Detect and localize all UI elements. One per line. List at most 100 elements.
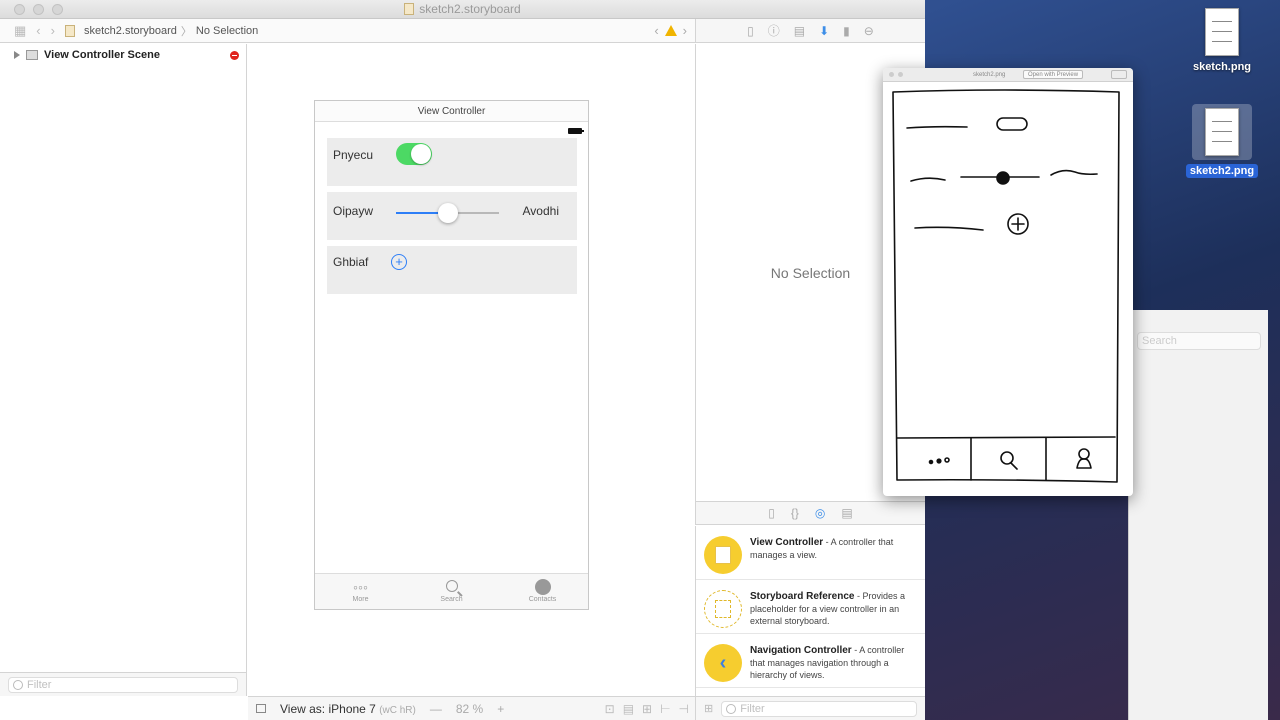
scene-label: View Controller Scene bbox=[44, 49, 160, 61]
table-cell-slider[interactable]: Oipayw Avodhi bbox=[327, 192, 577, 240]
error-icon[interactable] bbox=[230, 51, 239, 60]
scene-title[interactable]: View Controller bbox=[315, 101, 588, 122]
quick-help-icon[interactable]: ⓘ bbox=[768, 22, 780, 39]
library-item-view-controller[interactable]: View Controller - A controller that mana… bbox=[696, 526, 925, 580]
zoom-level[interactable]: 82 % bbox=[456, 702, 483, 716]
open-with-preview-button[interactable]: Open with Preview bbox=[1023, 70, 1084, 79]
filter-placeholder: Filter bbox=[740, 702, 765, 715]
library-item-name: Navigation Controller bbox=[750, 645, 852, 656]
close-button[interactable] bbox=[889, 72, 894, 77]
previous-issue-icon[interactable]: ‹ bbox=[654, 23, 658, 38]
back-arrow-icon[interactable]: ‹ bbox=[36, 23, 40, 38]
media-library-icon[interactable]: ▤ bbox=[841, 506, 852, 520]
stack-icon[interactable]: ▤ bbox=[623, 702, 634, 716]
desktop-file-sketch[interactable]: sketch.png bbox=[1182, 8, 1262, 74]
toggle-outline-icon[interactable] bbox=[256, 704, 266, 713]
attributes-inspector-icon[interactable]: ⬇ bbox=[819, 24, 829, 38]
zoom-in-button[interactable]: + bbox=[497, 702, 504, 716]
grid-view-icon[interactable]: ⊞ bbox=[704, 702, 713, 715]
library-item-navigation-controller[interactable]: ‹ Navigation Controller - A controller t… bbox=[696, 634, 925, 688]
tab-bar: ◦◦◦ More Search Contacts bbox=[315, 573, 588, 609]
storyboard-canvas[interactable]: View Controller Pnyecu Oipayw Avodhi Ghb… bbox=[248, 44, 695, 696]
identity-inspector-icon[interactable]: ▤ bbox=[794, 24, 805, 38]
file-template-library-icon[interactable]: ▯ bbox=[768, 506, 775, 520]
library-selector-bar: ▯ {} ◎ ▤ bbox=[695, 501, 925, 525]
related-items-icon[interactable]: ▦ bbox=[14, 23, 26, 39]
pin-icon[interactable]: ⊢ bbox=[660, 702, 670, 716]
view-as-button[interactable]: View as: iPhone 7 (wC hR) bbox=[280, 702, 416, 716]
contacts-icon bbox=[534, 579, 551, 595]
library-item-name: View Controller bbox=[750, 537, 824, 548]
layout-tools: ⊡ ▤ ⊞ ⊢ ⊣ bbox=[605, 702, 689, 716]
library-item-storyboard-reference[interactable]: Storyboard Reference - Provides a placeh… bbox=[696, 580, 925, 634]
breadcrumb: sketch2.storyboard 〉 No Selection bbox=[64, 23, 258, 39]
background-window: Search bbox=[1128, 310, 1268, 720]
view-controller-scene[interactable]: View Controller Pnyecu Oipayw Avodhi Ghb… bbox=[314, 100, 589, 610]
size-inspector-icon[interactable]: ▮ bbox=[843, 24, 850, 38]
slider-thumb[interactable] bbox=[437, 203, 458, 223]
title-bar: sketch2.storyboard bbox=[0, 0, 925, 19]
slider[interactable] bbox=[396, 203, 499, 223]
tab-more[interactable]: ◦◦◦ More bbox=[315, 574, 406, 609]
switch-knob bbox=[411, 144, 431, 164]
tab-search[interactable]: Search bbox=[406, 574, 497, 609]
more-icon: ◦◦◦ bbox=[353, 579, 368, 595]
scene-icon bbox=[26, 50, 38, 60]
zoom-out-button[interactable]: — bbox=[430, 702, 442, 716]
zoom-button[interactable] bbox=[52, 4, 63, 15]
disclosure-triangle-icon[interactable] bbox=[14, 51, 20, 59]
quicklook-window[interactable]: sketch2.png Open with Preview bbox=[883, 68, 1133, 496]
code-snippet-library-icon[interactable]: {} bbox=[791, 506, 799, 520]
breadcrumb-separator-icon: 〉 bbox=[180, 25, 192, 38]
hand-drawn-sketch bbox=[892, 89, 1120, 483]
toggle-switch[interactable] bbox=[396, 143, 432, 165]
library-filter-input[interactable]: Filter bbox=[721, 700, 917, 717]
window-title: sketch2.storyboard bbox=[419, 2, 521, 16]
breadcrumb-selection[interactable]: No Selection bbox=[196, 25, 258, 37]
cell-label: Oipayw bbox=[333, 204, 374, 218]
warning-icon[interactable] bbox=[664, 25, 677, 36]
table-cell-add[interactable]: Ghbiaf + bbox=[327, 246, 577, 294]
xcode-window: sketch2.storyboard ▦ ‹ › sketch2.storybo… bbox=[0, 0, 925, 720]
tab-label: Search bbox=[440, 596, 463, 603]
object-library: View Controller - A controller that mana… bbox=[695, 526, 925, 696]
minimize-button[interactable] bbox=[33, 4, 44, 15]
battery-icon bbox=[568, 128, 584, 134]
cell-label: Ghbiaf bbox=[333, 255, 369, 269]
update-frames-icon[interactable]: ⊡ bbox=[605, 702, 615, 716]
storyboard-reference-icon bbox=[704, 590, 742, 628]
add-contact-button[interactable]: + bbox=[391, 254, 407, 270]
forward-arrow-icon[interactable]: › bbox=[51, 23, 55, 38]
canvas-bottom-bar: View as: iPhone 7 (wC hR) — 82 % + ⊡ ▤ ⊞… bbox=[248, 696, 695, 720]
breadcrumb-file[interactable]: sketch2.storyboard bbox=[84, 25, 177, 37]
close-button[interactable] bbox=[14, 4, 25, 15]
desktop-file-sketch2[interactable]: sketch2.png bbox=[1182, 104, 1262, 178]
outline-scene-row[interactable]: View Controller Scene bbox=[0, 44, 246, 66]
share-icon[interactable] bbox=[1111, 70, 1127, 79]
search-field[interactable]: Search bbox=[1137, 332, 1261, 350]
document-outline: View Controller Scene Filter bbox=[0, 44, 247, 696]
resolve-issues-icon[interactable]: ⊣ bbox=[679, 702, 689, 716]
tab-label: More bbox=[352, 596, 369, 603]
quicklook-title-bar: sketch2.png Open with Preview bbox=[883, 68, 1133, 82]
tab-contacts[interactable]: Contacts bbox=[497, 574, 588, 609]
navigation-controller-icon: ‹ bbox=[704, 644, 742, 682]
storyboard-file-icon bbox=[64, 24, 75, 37]
outline-filter-bar: Filter bbox=[0, 672, 246, 696]
fullscreen-button[interactable] bbox=[898, 72, 903, 77]
outline-filter-input[interactable]: Filter bbox=[8, 676, 238, 693]
issue-navigation: ‹ › bbox=[654, 23, 687, 38]
align-icon[interactable]: ⊞ bbox=[642, 702, 652, 716]
connections-inspector-icon[interactable]: ⊖ bbox=[864, 24, 874, 38]
next-issue-icon[interactable]: › bbox=[683, 23, 687, 38]
table-cell-switch[interactable]: Pnyecu bbox=[327, 138, 577, 186]
file-inspector-icon[interactable]: ▯ bbox=[747, 24, 754, 38]
window-controls bbox=[14, 4, 63, 15]
library-filter-bar: ⊞ Filter bbox=[695, 696, 925, 720]
tab-label: Contacts bbox=[528, 596, 557, 603]
object-library-icon[interactable]: ◎ bbox=[815, 506, 825, 520]
view-controller-icon bbox=[704, 536, 742, 574]
inspector-selector-bar: ▯ ⓘ ▤ ⬇ ▮ ⊖ bbox=[695, 19, 925, 43]
inspector-empty-text: No Selection bbox=[770, 264, 851, 281]
filter-placeholder: Filter bbox=[27, 678, 52, 691]
